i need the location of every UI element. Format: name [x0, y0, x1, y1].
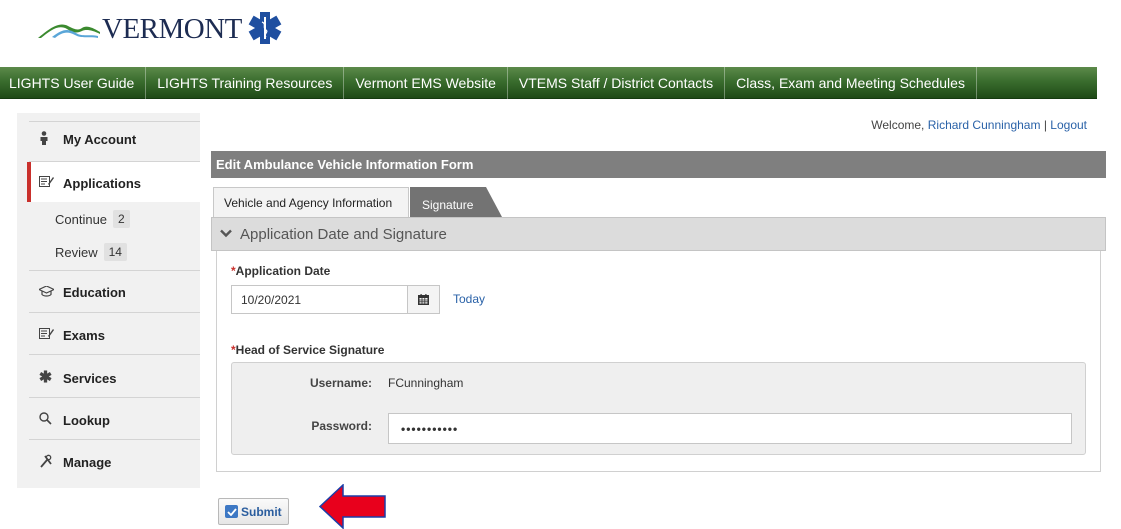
sidebar-item-lookup[interactable]: Lookup [39, 412, 210, 428]
nav-vermont-ems-website[interactable]: Vermont EMS Website [344, 66, 508, 99]
nav-lights-training-resources[interactable]: LIGHTS Training Resources [146, 66, 345, 99]
sidebar-item-label: Education [63, 285, 126, 300]
checkbox-icon [225, 505, 238, 518]
separator: | [1043, 118, 1047, 132]
wrench-icon [39, 454, 57, 471]
vermont-logo[interactable]: VERMONT [38, 8, 282, 48]
tab-vehicle-agency-information[interactable]: Vehicle and Agency Information [213, 187, 409, 217]
section-title: Application Date and Signature [240, 225, 447, 243]
tab-signature-label[interactable]: Signature [422, 198, 473, 212]
sidebar-item-label: Services [63, 370, 117, 386]
section-header-application-date-signature[interactable]: Application Date and Signature [211, 217, 1106, 251]
continue-count-badge: 2 [113, 210, 130, 228]
calendar-button[interactable] [408, 285, 440, 314]
application-date-label: *Application Date [231, 264, 330, 278]
sidebar-divider [29, 270, 200, 271]
star-of-life-icon [39, 370, 57, 386]
review-count-badge: 14 [103, 243, 127, 261]
username-label: Username: [309, 376, 372, 390]
sidebar-item-label: Applications [63, 175, 142, 191]
graduation-cap-icon [37, 285, 57, 300]
logo-text: VERMONT [102, 12, 242, 45]
label-text: Application Date [235, 264, 331, 278]
submit-label: Submit [241, 504, 282, 519]
form-title: Edit Ambulance Vehicle Information Form [216, 157, 474, 172]
red-arrow-annotation [319, 484, 386, 529]
sidebar-item-label: Manage [63, 455, 112, 470]
search-icon [39, 412, 57, 428]
sidebar-item-applications[interactable]: Applications [39, 175, 210, 191]
nav-vtems-staff-contacts[interactable]: VTEMS Staff / District Contacts [508, 66, 726, 99]
sidebar-item-label: Lookup [63, 412, 110, 428]
sidebar-divider [29, 312, 200, 313]
sidebar-subitem-continue[interactable]: Continue 2 [55, 210, 130, 228]
chevron-down-icon [220, 227, 232, 241]
sidebar-item-exams[interactable]: Exams [39, 327, 210, 343]
subitem-label: Review [55, 244, 98, 260]
head-of-service-signature-label: *Head of Service Signature [231, 343, 384, 357]
sidebar-item-manage[interactable]: Manage [39, 454, 210, 471]
calendar-icon [418, 294, 429, 305]
person-icon [39, 131, 57, 148]
user-name-link[interactable]: Richard Cunningham [928, 118, 1041, 132]
sidebar-divider [29, 354, 200, 355]
welcome-bar: Welcome, Richard Cunningham | Logout [871, 118, 1087, 132]
sidebar-item-services[interactable]: Services [39, 370, 210, 386]
sidebar-subitem-review[interactable]: Review 14 [55, 243, 127, 261]
subitem-label: Continue [55, 211, 108, 227]
label-text: Head of Service Signature [235, 343, 385, 357]
logout-link[interactable]: Logout [1050, 118, 1087, 132]
today-link[interactable]: Today [453, 292, 485, 306]
sidebar-item-education[interactable]: Education [37, 285, 210, 300]
tab-label: Vehicle and Agency Information [224, 195, 393, 210]
sidebar-divider [29, 397, 200, 398]
edit-form-icon [39, 327, 57, 343]
sidebar-item-label: My Account [63, 132, 137, 147]
sidebar-item-my-account[interactable]: My Account [39, 131, 210, 148]
star-of-life-icon [248, 12, 282, 44]
username-value: FCunningham [388, 376, 464, 390]
nav-class-exam-meeting-schedules[interactable]: Class, Exam and Meeting Schedules [725, 66, 977, 99]
top-navigation: LIGHTS User Guide LIGHTS Training Resour… [0, 66, 1097, 99]
sidebar-divider [29, 439, 200, 440]
password-label: Password: [311, 419, 372, 433]
sidebar-item-label: Exams [63, 327, 105, 343]
application-date-input[interactable]: 10/20/2021 [231, 285, 408, 314]
form-title-bar: Edit Ambulance Vehicle Information Form [211, 151, 1106, 178]
welcome-prefix: Welcome, [871, 118, 925, 132]
submit-button[interactable]: Submit [218, 498, 289, 525]
password-input[interactable]: ••••••••••• [388, 413, 1072, 444]
mountain-icon [38, 24, 100, 38]
edit-form-icon [39, 175, 57, 191]
nav-lights-user-guide[interactable]: LIGHTS User Guide [0, 66, 147, 99]
sidebar-divider [29, 121, 200, 122]
